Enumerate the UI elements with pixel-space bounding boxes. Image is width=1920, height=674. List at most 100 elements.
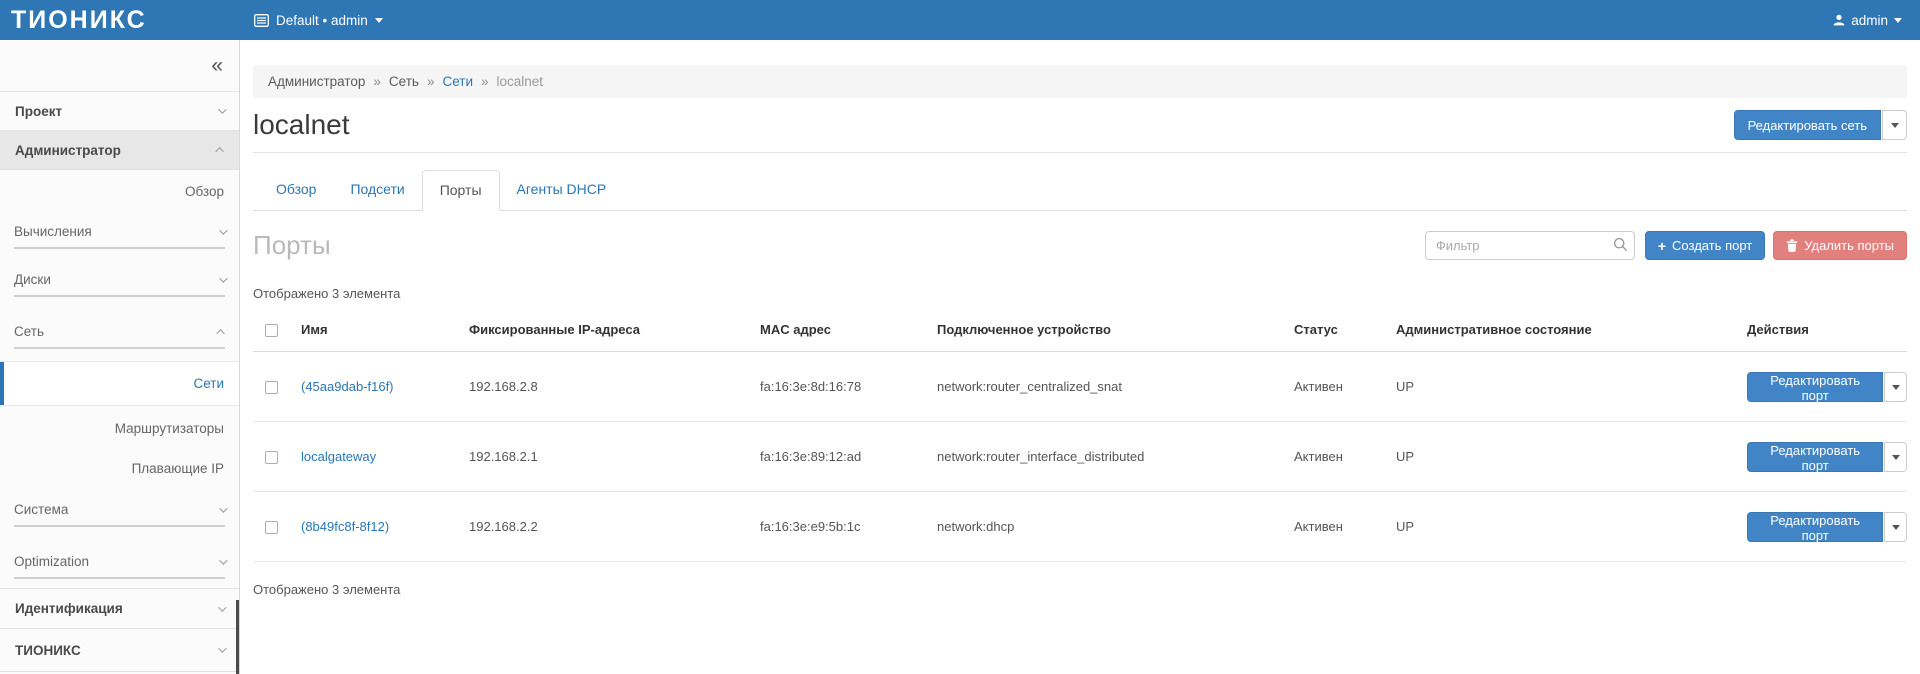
edit-network-button-group: Редактировать сеть xyxy=(1734,110,1907,140)
port-name-link[interactable]: (45aa9dab-f16f) xyxy=(301,379,394,394)
chevron-down-icon xyxy=(218,105,226,113)
chevron-down-icon xyxy=(219,274,227,282)
sidebar-item-routers[interactable]: Маршрутизаторы xyxy=(0,406,239,450)
port-admin-state: UP xyxy=(1396,492,1747,562)
port-admin-state: UP xyxy=(1396,422,1747,492)
panel-title: Порты xyxy=(253,230,331,261)
breadcrumb-separator: » xyxy=(427,74,435,89)
sidebar-item-identity[interactable]: Идентификация xyxy=(0,588,239,629)
row-checkbox[interactable] xyxy=(265,451,278,464)
sidebar-collapse-button[interactable]: « xyxy=(211,55,223,76)
port-fixed-ips: 192.168.2.8 xyxy=(469,352,760,422)
user-menu[interactable]: admin xyxy=(1833,13,1902,28)
port-status: Активен xyxy=(1294,492,1396,562)
port-device: network:dhcp xyxy=(937,492,1294,562)
filter-box xyxy=(1425,231,1635,260)
chevron-down-icon xyxy=(1892,455,1900,460)
sidebar-item-volumes[interactable]: Диски xyxy=(14,264,225,297)
column-header-actions: Действия xyxy=(1747,310,1907,352)
breadcrumb-item: Сеть xyxy=(389,74,419,89)
row-checkbox[interactable] xyxy=(265,381,278,394)
chevron-down-icon xyxy=(219,504,227,512)
chevron-down-icon xyxy=(218,644,226,652)
sidebar-item-floating-ips[interactable]: Плавающие IP xyxy=(0,450,239,486)
search-button[interactable] xyxy=(1613,237,1628,255)
tab-bar: Обзор Подсети Порты Агенты DHCP xyxy=(253,170,1907,211)
port-fixed-ips: 192.168.2.1 xyxy=(469,422,760,492)
table-row: (45aa9dab-f16f) 192.168.2.8 fa:16:3e:8d:… xyxy=(253,352,1907,422)
sidebar-item-system[interactable]: Система xyxy=(14,494,225,527)
column-header-admin-state: Административное состояние xyxy=(1396,310,1747,352)
trash-icon xyxy=(1786,239,1798,252)
port-device: network:router_interface_distributed xyxy=(937,422,1294,492)
port-fixed-ips: 192.168.2.2 xyxy=(469,492,760,562)
table-row: (8b49fc8f-8f12) 192.168.2.2 fa:16:3e:e9:… xyxy=(253,492,1907,562)
chevron-down-icon xyxy=(1892,525,1900,530)
sidebar-item-compute[interactable]: Вычисления xyxy=(14,216,225,249)
row-actions: Редактировать порт xyxy=(1747,512,1907,542)
edit-network-dropdown-button[interactable] xyxy=(1882,110,1907,140)
context-switcher[interactable]: Default • admin xyxy=(254,13,383,28)
port-mac: fa:16:3e:8d:16:78 xyxy=(760,352,937,422)
chevron-down-icon xyxy=(1892,385,1900,390)
filter-input[interactable] xyxy=(1425,231,1635,260)
search-icon xyxy=(1613,237,1628,252)
edit-port-button[interactable]: Редактировать порт xyxy=(1747,442,1883,472)
chevron-down-icon xyxy=(219,556,227,564)
port-mac: fa:16:3e:89:12:ad xyxy=(760,422,937,492)
shown-count-bottom: Отображено 3 элемента xyxy=(253,582,1907,597)
sidebar-item-admin[interactable]: Администратор xyxy=(0,131,239,170)
port-name-link[interactable]: localgateway xyxy=(301,449,376,464)
create-port-button[interactable]: + Создать порт xyxy=(1645,231,1765,260)
port-admin-state: UP xyxy=(1396,352,1747,422)
page-title: localnet xyxy=(253,109,350,141)
edit-port-dropdown-button[interactable] xyxy=(1884,442,1907,472)
brand-logo: ТИОНИКС xyxy=(0,6,240,35)
row-actions: Редактировать порт xyxy=(1747,372,1907,402)
column-header-fixed-ips: Фиксированные IP-адреса xyxy=(469,310,760,352)
divider xyxy=(253,152,1907,153)
row-checkbox[interactable] xyxy=(265,521,278,534)
breadcrumb-link-networks[interactable]: Сети xyxy=(442,74,473,89)
column-header-name: Имя xyxy=(301,310,469,352)
sidebar-item-networks[interactable]: Сети xyxy=(0,361,239,406)
sidebar-scrollbar[interactable] xyxy=(236,600,239,674)
sidebar-item-tionix[interactable]: ТИОНИКС xyxy=(0,629,239,672)
chevron-up-icon xyxy=(216,329,224,337)
delete-ports-button[interactable]: Удалить порты xyxy=(1773,231,1907,260)
chevron-down-icon xyxy=(1891,123,1899,128)
tab-ports[interactable]: Порты xyxy=(422,170,500,211)
tab-dhcp-agents[interactable]: Агенты DHCP xyxy=(500,170,624,211)
port-name-link[interactable]: (8b49fc8f-8f12) xyxy=(301,519,389,534)
breadcrumb-separator: » xyxy=(481,74,489,89)
plus-icon: + xyxy=(1658,238,1666,254)
tab-subnets[interactable]: Подсети xyxy=(333,170,421,211)
domain-project-icon xyxy=(254,14,269,27)
tab-overview[interactable]: Обзор xyxy=(259,170,333,211)
chevron-up-icon xyxy=(215,147,223,155)
breadcrumb-item-current: localnet xyxy=(497,74,544,89)
port-status: Активен xyxy=(1294,352,1396,422)
context-switcher-label: Default • admin xyxy=(276,13,368,28)
table-header-row: Имя Фиксированные IP-адреса MAC адрес По… xyxy=(253,310,1907,352)
chevron-down-icon xyxy=(218,603,226,611)
chevron-down-icon xyxy=(1894,18,1902,23)
sidebar-item-overview[interactable]: Обзор xyxy=(0,170,239,212)
shown-count-top: Отображено 3 элемента xyxy=(253,286,1907,301)
edit-port-button[interactable]: Редактировать порт xyxy=(1747,372,1883,402)
edit-network-button[interactable]: Редактировать сеть xyxy=(1734,110,1881,140)
port-status: Активен xyxy=(1294,422,1396,492)
sidebar-item-optimization[interactable]: Optimization xyxy=(14,546,225,579)
edit-port-button[interactable]: Редактировать порт xyxy=(1747,512,1883,542)
column-header-mac: MAC адрес xyxy=(760,310,937,352)
edit-port-dropdown-button[interactable] xyxy=(1884,512,1907,542)
select-all-checkbox[interactable] xyxy=(265,324,278,337)
edit-port-dropdown-button[interactable] xyxy=(1884,372,1907,402)
sidebar: « Проект Администратор Обзор Вычисления … xyxy=(0,40,240,674)
chevron-down-icon xyxy=(375,18,383,23)
port-mac: fa:16:3e:e9:5b:1c xyxy=(760,492,937,562)
sidebar-item-project[interactable]: Проект xyxy=(0,92,239,131)
sidebar-collapse-row: « xyxy=(0,40,239,92)
sidebar-item-network[interactable]: Сеть xyxy=(14,316,225,349)
port-device: network:router_centralized_snat xyxy=(937,352,1294,422)
